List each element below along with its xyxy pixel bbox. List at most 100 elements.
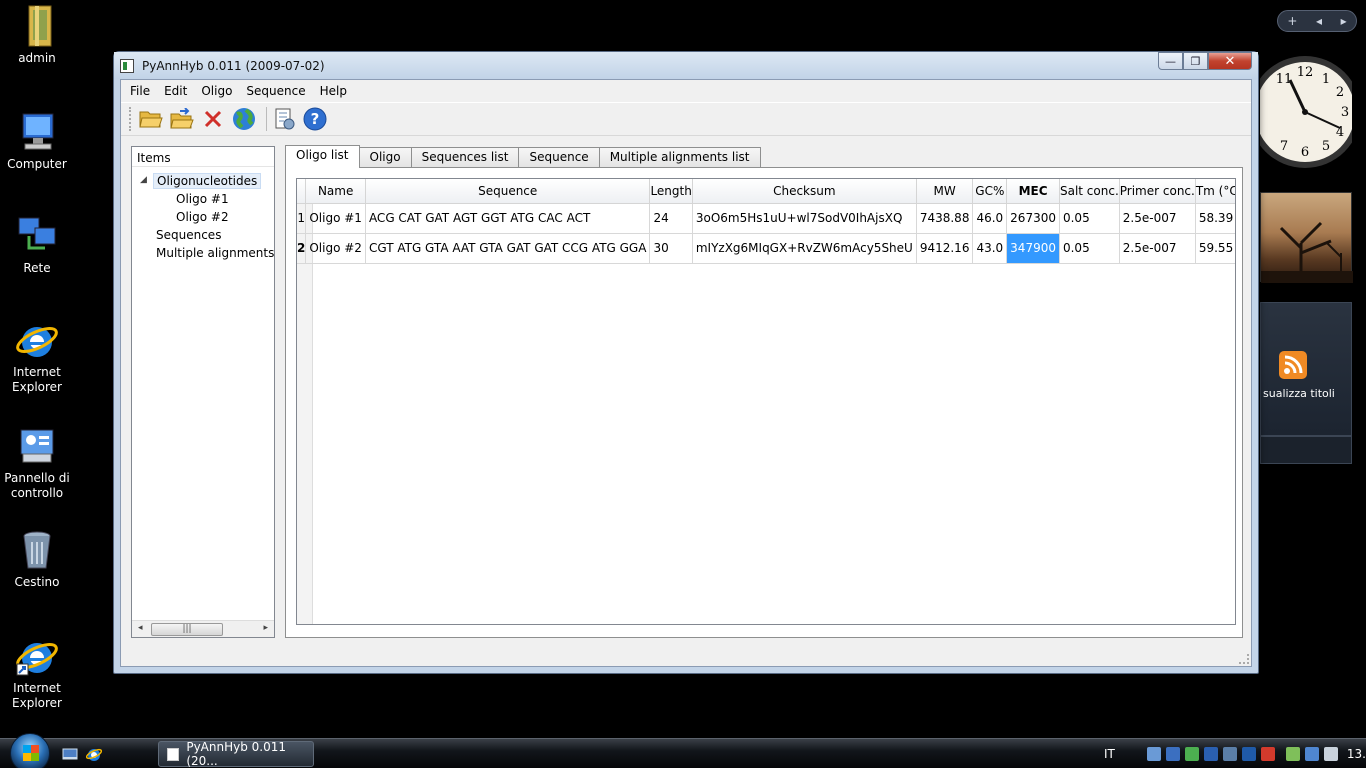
gadget-prev-button[interactable]: ◂ (1316, 14, 1322, 28)
menu-help[interactable]: Help (313, 84, 354, 98)
cell-sequence[interactable]: ACG CAT GAT AGT GGT ATG CAC ACT (365, 203, 651, 234)
clock-gadget[interactable]: 12 1 2 3 4 5 6 7 11 (1260, 50, 1352, 174)
slideshow-gadget[interactable] (1260, 192, 1353, 283)
cell-name[interactable]: Oligo #2 (305, 233, 366, 264)
desktop-icon-computer[interactable]: Computer (0, 110, 74, 172)
tree-node-multiple-alignments[interactable]: Multiple alignments (156, 246, 274, 260)
column-header-primer-conc[interactable]: Primer conc. (1119, 179, 1196, 204)
desktop-icon-recycle-bin[interactable]: Cestino (0, 528, 74, 590)
tray-app-icon[interactable] (1146, 747, 1161, 761)
add-gadget-button[interactable]: + (1287, 14, 1297, 28)
desktop-icon-control-panel[interactable]: Pannello di controllo (0, 424, 74, 501)
desktop-icon-internet-explorer[interactable]: Internet Explorer (0, 318, 74, 395)
corner-cell[interactable] (297, 179, 307, 204)
cell-mec-selected[interactable]: 347900 (1006, 233, 1060, 264)
cell-checksum[interactable]: mIYzXg6MIqGX+RvZW6mAcy5SheU (692, 233, 917, 264)
cell-length[interactable]: 30 (649, 233, 693, 264)
close-button[interactable]: ✕ (1208, 52, 1252, 70)
menu-oligo[interactable]: Oligo (194, 84, 239, 98)
help-button[interactable]: ? (302, 106, 328, 132)
cell-mw[interactable]: 7438.88 (916, 203, 974, 234)
system-tray: IT 13.22 (1104, 739, 1366, 768)
web-button[interactable] (231, 106, 257, 132)
toolbar-grip[interactable] (129, 107, 132, 131)
column-header-name[interactable]: Name (305, 179, 366, 204)
minimize-button[interactable]: — (1158, 52, 1183, 70)
tray-device-icon[interactable] (1241, 747, 1256, 761)
tray-network-status-icon[interactable] (1304, 747, 1319, 761)
cell-tm[interactable]: 59.55 (1195, 233, 1235, 264)
taskbar-button-pyannhyb[interactable]: PyAnnHyb 0.011 (20... (158, 740, 314, 768)
cell-checksum[interactable]: 3oO6m5Hs1uU+wl7SodV0IhAjsXQ (692, 203, 917, 234)
volume-icon[interactable] (1323, 747, 1338, 761)
tab-multiple-alignments-list[interactable]: Multiple alignments list (598, 147, 761, 168)
feed-headlines-gadget[interactable]: sualizza titoli (1260, 302, 1352, 436)
desktop-icon-network[interactable]: Rete (0, 214, 74, 276)
cell-mw[interactable]: 9412.16 (916, 233, 974, 264)
row-header[interactable]: 2 (297, 233, 307, 264)
tray-network-icon[interactable] (1203, 747, 1218, 761)
menu-edit[interactable]: Edit (157, 84, 194, 98)
resize-grip[interactable] (1239, 654, 1249, 664)
cell-name[interactable]: Oligo #1 (305, 203, 366, 234)
menu-file[interactable]: File (123, 84, 157, 98)
cell-salt-conc[interactable]: 0.05 (1059, 203, 1120, 234)
oligo-table[interactable]: Name Sequence Length Checksum MW GC% MEC… (296, 178, 1236, 625)
import-button[interactable] (169, 106, 195, 132)
internet-explorer-icon[interactable] (86, 746, 102, 762)
desktop-icon-admin[interactable]: admin (0, 4, 74, 66)
start-button[interactable] (10, 733, 50, 768)
properties-button[interactable] (271, 106, 297, 132)
scroll-left-icon[interactable]: ◂ (138, 623, 143, 633)
column-header-salt-conc[interactable]: Salt conc. (1059, 179, 1120, 204)
column-header-tm[interactable]: Tm (°C) (1195, 179, 1235, 204)
tray-update-icon[interactable] (1184, 747, 1199, 761)
tray-battery-icon[interactable] (1285, 747, 1300, 761)
tab-sequence[interactable]: Sequence (518, 147, 600, 168)
cell-tm[interactable]: 58.39 (1195, 203, 1235, 234)
maximize-button[interactable]: ❐ (1183, 52, 1208, 70)
cell-length[interactable]: 24 (649, 203, 693, 234)
cell-primer-conc[interactable]: 2.5e-007 (1119, 203, 1196, 234)
cell-primer-conc[interactable]: 2.5e-007 (1119, 233, 1196, 264)
tray-tools-icon[interactable] (1165, 747, 1180, 761)
scrollbar-thumb[interactable]: ||| (151, 623, 223, 636)
table-row[interactable]: 2 Oligo #2 CGT ATG GTA AAT GTA GAT GAT C… (297, 233, 1235, 264)
language-indicator[interactable]: IT (1104, 747, 1115, 761)
tray-monitor-icon[interactable] (1222, 747, 1237, 761)
tree-node-sequences[interactable]: Sequences (156, 228, 221, 242)
scroll-right-icon[interactable]: ▸ (263, 623, 268, 633)
tray-alert-icon[interactable] (1260, 747, 1275, 761)
tree-node-oligo-2[interactable]: Oligo #2 (176, 210, 229, 224)
column-header-checksum[interactable]: Checksum (692, 179, 917, 204)
items-tree[interactable]: Items ◢ Oligonucleotides Oligo #1 Oligo … (131, 146, 275, 638)
gadget-next-button[interactable]: ▸ (1341, 14, 1347, 28)
desktop-icon-internet-explorer-shortcut[interactable]: Internet Explorer (0, 634, 74, 711)
window-titlebar[interactable]: PyAnnHyb 0.011 (2009-07-02) — ❐ ✕ (114, 52, 1258, 79)
column-header-sequence[interactable]: Sequence (365, 179, 651, 204)
tree-node-oligonucleotides[interactable]: Oligonucleotides (153, 173, 262, 189)
show-desktop-icon[interactable] (62, 746, 78, 762)
cell-gc[interactable]: 43.0 (972, 233, 1008, 264)
cell-mec[interactable]: 267300 (1006, 203, 1060, 234)
tab-oligo[interactable]: Oligo (358, 147, 412, 168)
tree-horizontal-scrollbar[interactable]: ◂ ||| ▸ (132, 620, 274, 637)
cell-salt-conc[interactable]: 0.05 (1059, 233, 1120, 264)
cell-sequence[interactable]: CGT ATG GTA AAT GTA GAT GAT CCG ATG GGA (365, 233, 651, 264)
column-header-mw[interactable]: MW (916, 179, 974, 204)
collapse-arrow-icon[interactable]: ◢ (140, 175, 147, 185)
feed-view-headlines-label[interactable]: sualizza titoli (1263, 387, 1335, 400)
column-header-length[interactable]: Length (649, 179, 693, 204)
delete-button[interactable] (200, 106, 226, 132)
tab-sequences-list[interactable]: Sequences list (410, 147, 520, 168)
column-header-mec[interactable]: MEC (1006, 179, 1060, 204)
tab-oligo-list[interactable]: Oligo list (285, 145, 360, 168)
open-button[interactable] (138, 106, 164, 132)
cell-gc[interactable]: 46.0 (972, 203, 1008, 234)
column-header-gc[interactable]: GC% (972, 179, 1008, 204)
clock-time[interactable]: 13.22 (1347, 747, 1366, 761)
menu-sequence[interactable]: Sequence (239, 84, 312, 98)
row-header[interactable]: 1 (297, 203, 307, 234)
table-row[interactable]: 1 Oligo #1 ACG CAT GAT AGT GGT ATG CAC A… (297, 203, 1235, 234)
tree-node-oligo-1[interactable]: Oligo #1 (176, 192, 229, 206)
